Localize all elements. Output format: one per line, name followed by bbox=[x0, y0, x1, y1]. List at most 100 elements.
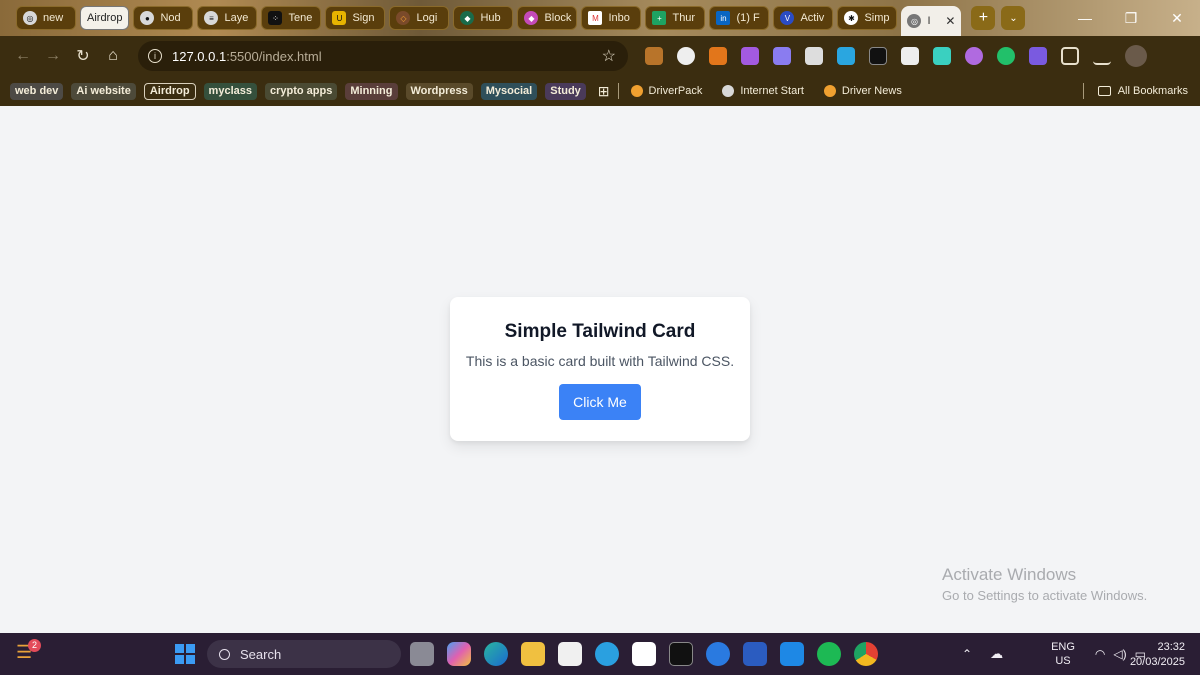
file-explorer-icon[interactable] bbox=[521, 642, 545, 666]
new-tab-button[interactable]: + bbox=[971, 6, 996, 30]
taskbar-apps bbox=[410, 642, 891, 666]
word-icon[interactable] bbox=[743, 642, 767, 666]
telegram-icon[interactable] bbox=[595, 642, 619, 666]
restore-icon[interactable]: ❐ bbox=[1108, 0, 1154, 36]
linkedin-icon: in bbox=[716, 11, 731, 25]
app-icon[interactable] bbox=[706, 642, 730, 666]
app-icon: ◆ bbox=[460, 11, 475, 25]
tab[interactable]: in (1) F bbox=[709, 6, 770, 30]
extension-icon[interactable] bbox=[645, 47, 663, 65]
app-icon: V bbox=[780, 11, 795, 25]
tab[interactable]: ◆ Block bbox=[517, 6, 578, 30]
extension-icon[interactable] bbox=[933, 47, 951, 65]
extension-icon[interactable] bbox=[997, 47, 1015, 65]
tab[interactable]: ◎ new bbox=[16, 6, 76, 30]
profile-avatar[interactable] bbox=[1125, 45, 1147, 67]
tab-search-button[interactable]: ⌄ bbox=[1001, 6, 1026, 30]
chrome-icon[interactable] bbox=[854, 642, 878, 666]
capcut-icon[interactable] bbox=[632, 642, 656, 666]
spotify-icon[interactable] bbox=[817, 642, 841, 666]
bookmark-folder-wordpress[interactable]: Wordpress bbox=[405, 82, 473, 100]
labs-flask-icon[interactable] bbox=[1093, 47, 1111, 65]
bookmark-folder-myclass[interactable]: myclass bbox=[203, 82, 257, 100]
extension-icon[interactable] bbox=[677, 47, 695, 65]
address-bar[interactable]: i 127.0.0.1:5500/index.html ☆ bbox=[138, 41, 628, 71]
tab-strip: ◎ new Airdrop ● Nod ≡ Laye ⁘ Tene U Sign ◇ Log… bbox=[0, 0, 1200, 36]
gmail-icon: M bbox=[588, 11, 603, 25]
tab-active[interactable]: ◎ I ✕ bbox=[901, 6, 962, 36]
start-button[interactable] bbox=[175, 644, 195, 664]
tab[interactable]: V Activ bbox=[773, 6, 834, 30]
metamask-icon[interactable] bbox=[709, 47, 727, 65]
extension-icon[interactable] bbox=[869, 47, 887, 65]
back-button[interactable]: ← bbox=[8, 41, 38, 71]
wifi-icon[interactable]: ◠ bbox=[1095, 647, 1105, 661]
bookmarks-bar: web dev Ai website Airdrop myclass crypt… bbox=[0, 76, 1200, 106]
tab[interactable]: ◆ Hub bbox=[453, 6, 514, 30]
search-icon bbox=[219, 648, 230, 660]
bookmark-driverpack[interactable]: DriverPack bbox=[630, 85, 702, 97]
tray-chevron-icon[interactable]: ⌃ bbox=[962, 647, 972, 661]
watermark-subtitle: Go to Settings to activate Windows. bbox=[942, 588, 1148, 603]
extension-icon[interactable] bbox=[965, 47, 983, 65]
forward-button[interactable]: → bbox=[38, 41, 68, 71]
site-info-icon[interactable]: i bbox=[148, 49, 162, 63]
close-window-icon[interactable]: ✕ bbox=[1154, 0, 1200, 36]
tab[interactable]: ⁘ Tene bbox=[261, 6, 322, 30]
copilot-icon[interactable] bbox=[447, 642, 471, 666]
browser-toolbar: ← → ↻ ⌂ i 127.0.0.1:5500/index.html ☆ bbox=[0, 36, 1200, 76]
reload-button[interactable]: ↻ bbox=[68, 41, 98, 71]
divider bbox=[1082, 83, 1084, 99]
bookmark-folder-ai-website[interactable]: Ai website bbox=[71, 82, 136, 100]
app-icon: ≡ bbox=[204, 11, 219, 25]
bookmark-folder-minning[interactable]: Minning bbox=[345, 82, 398, 100]
clock[interactable]: 23:32 20/03/2025 bbox=[1130, 640, 1185, 670]
tab[interactable]: U Sign bbox=[325, 6, 386, 30]
bookmark-internet-start[interactable]: Internet Start bbox=[722, 85, 804, 97]
language-indicator[interactable]: ENG US bbox=[1051, 640, 1075, 668]
minimize-icon[interactable]: — bbox=[1062, 0, 1108, 36]
extension-icon[interactable] bbox=[805, 47, 823, 65]
extension-icon[interactable] bbox=[901, 47, 919, 65]
close-tab-icon[interactable]: ✕ bbox=[945, 14, 955, 28]
bookmark-driver-news[interactable]: Driver News bbox=[823, 85, 902, 97]
all-bookmarks[interactable]: All Bookmarks bbox=[1079, 76, 1188, 106]
click-me-button[interactable]: Click Me bbox=[559, 384, 641, 420]
extension-icon[interactable] bbox=[741, 47, 759, 65]
globe-icon: ◎ bbox=[907, 14, 922, 28]
onedrive-icon[interactable]: ☁ bbox=[990, 646, 1003, 662]
bookmark-star-icon[interactable]: ☆ bbox=[602, 46, 616, 66]
bookmark-folder-airdrop[interactable]: Airdrop bbox=[143, 82, 196, 100]
tab[interactable]: ◇ Logi bbox=[389, 6, 450, 30]
extensions-puzzle-icon[interactable] bbox=[1061, 47, 1079, 65]
driverpack-icon bbox=[630, 85, 643, 97]
home-button[interactable]: ⌂ bbox=[98, 41, 128, 71]
chatgpt-icon: ✱ bbox=[844, 11, 859, 25]
vscode-icon[interactable] bbox=[780, 642, 804, 666]
tab[interactable]: M Inbo bbox=[581, 6, 642, 30]
tab[interactable]: + Thur bbox=[645, 6, 706, 30]
app-icon[interactable] bbox=[669, 642, 693, 666]
bookmark-folder-mysocial[interactable]: Mysocial bbox=[480, 82, 538, 100]
extension-icon[interactable] bbox=[1029, 47, 1047, 65]
volume-icon[interactable]: ◁) bbox=[1113, 647, 1126, 661]
extension-icon[interactable] bbox=[837, 47, 855, 65]
card-title: Simple Tailwind Card bbox=[504, 321, 696, 342]
edge-icon[interactable] bbox=[484, 642, 508, 666]
taskbar: ☰ 2 Search ⌃ ☁ ENG US ◠ ◁) ▭ 23:32 20/03… bbox=[0, 633, 1200, 675]
tab[interactable]: ✱ Simp bbox=[837, 6, 898, 30]
bookmark-folder-study[interactable]: Study bbox=[545, 82, 586, 100]
extensions-area bbox=[638, 45, 1154, 67]
task-view-icon[interactable] bbox=[410, 642, 434, 666]
tab[interactable]: ● Nod bbox=[133, 6, 194, 30]
taskbar-search[interactable]: Search bbox=[207, 640, 401, 668]
apps-grid-icon[interactable]: ⊞ bbox=[598, 83, 610, 100]
tab-group-airdrop[interactable]: Airdrop bbox=[80, 6, 130, 30]
tab[interactable]: ≡ Laye bbox=[197, 6, 258, 30]
clock-time: 23:32 bbox=[1157, 641, 1185, 653]
divider bbox=[617, 83, 619, 99]
store-icon[interactable] bbox=[558, 642, 582, 666]
extension-icon[interactable] bbox=[773, 47, 791, 65]
bookmark-folder-web-dev[interactable]: web dev bbox=[10, 82, 64, 100]
bookmark-folder-crypto-apps[interactable]: crypto apps bbox=[264, 82, 338, 100]
